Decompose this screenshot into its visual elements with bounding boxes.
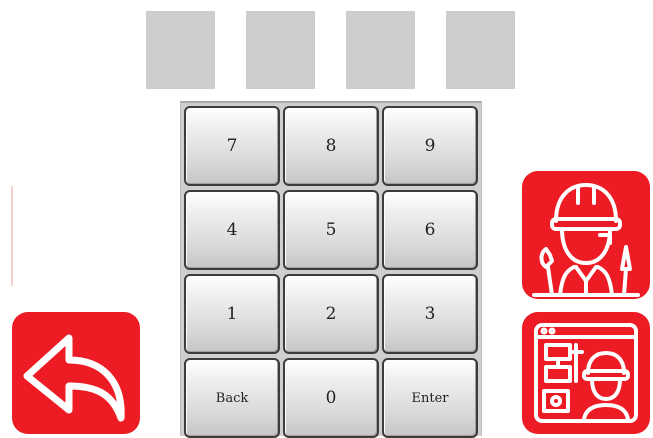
back-arrow-icon — [23, 334, 125, 422]
technician-console-icon — [534, 323, 638, 423]
key-enter[interactable]: Enter — [382, 358, 478, 438]
worker-button[interactable] — [522, 171, 650, 299]
key-back[interactable]: Back — [184, 358, 280, 438]
pin-slot-3 — [346, 11, 415, 89]
key-9[interactable]: 9 — [382, 106, 478, 186]
technician-button[interactable] — [522, 312, 650, 434]
key-7[interactable]: 7 — [184, 106, 280, 186]
numeric-keypad: 7 8 9 4 5 6 1 2 3 Back 0 Enter — [180, 101, 482, 438]
key-0[interactable]: 0 — [283, 358, 379, 438]
key-3[interactable]: 3 — [382, 274, 478, 354]
back-button[interactable] — [12, 312, 140, 434]
pin-slot-2 — [246, 11, 315, 89]
engineer-worker-icon — [532, 183, 640, 297]
pin-slot-1 — [146, 11, 215, 89]
divider-line — [11, 186, 13, 286]
key-6[interactable]: 6 — [382, 190, 478, 270]
key-1[interactable]: 1 — [184, 274, 280, 354]
key-5[interactable]: 5 — [283, 190, 379, 270]
key-4[interactable]: 4 — [184, 190, 280, 270]
key-2[interactable]: 2 — [283, 274, 379, 354]
key-8[interactable]: 8 — [283, 106, 379, 186]
pin-slot-4 — [446, 11, 515, 89]
